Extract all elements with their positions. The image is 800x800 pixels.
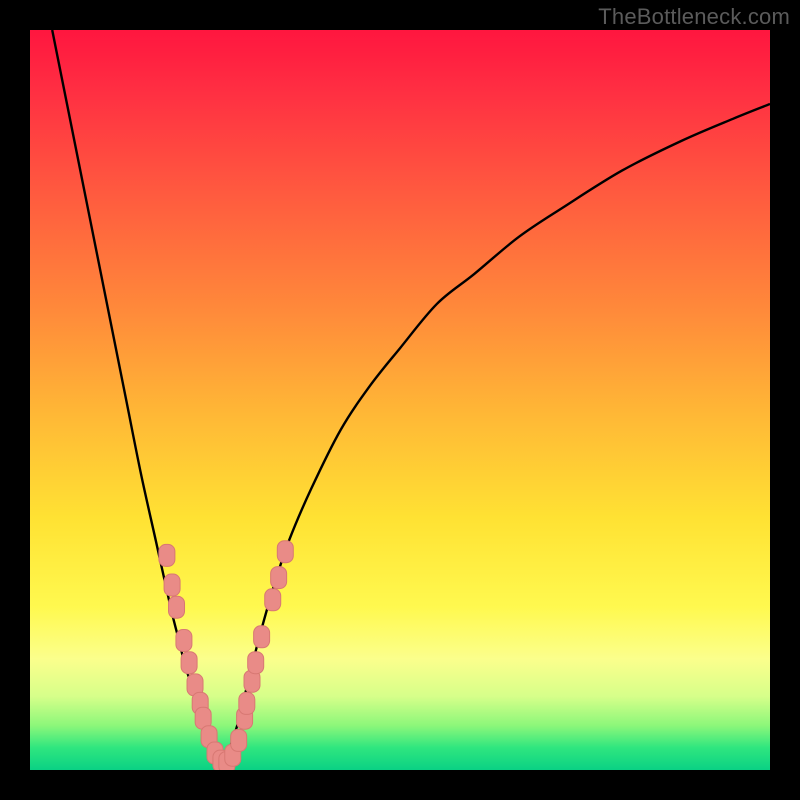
watermark-text: TheBottleneck.com (598, 4, 790, 30)
curve-marker (181, 652, 197, 674)
curve-marker (239, 692, 255, 714)
curve-right-branch (222, 104, 770, 766)
curve-marker (271, 567, 287, 589)
curve-markers (159, 541, 293, 770)
curve-marker (248, 652, 264, 674)
curve-marker (176, 630, 192, 652)
curve-marker (159, 544, 175, 566)
plot-area (30, 30, 770, 770)
bottleneck-curve (30, 30, 770, 770)
curve-marker (277, 541, 293, 563)
chart-frame: TheBottleneck.com (0, 0, 800, 800)
curve-marker (164, 574, 180, 596)
curve-marker (254, 626, 270, 648)
curve-marker (265, 589, 281, 611)
curve-marker (169, 596, 185, 618)
curve-marker (231, 729, 247, 751)
